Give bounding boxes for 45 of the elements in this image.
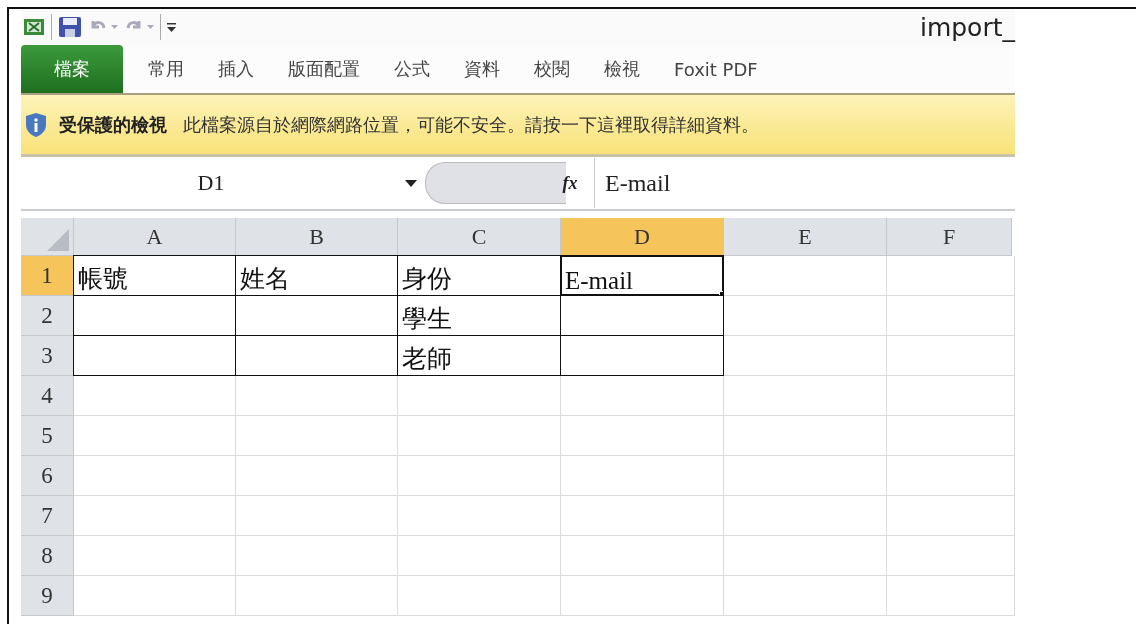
column-header[interactable]: A (74, 218, 236, 256)
ribbon-tab[interactable]: 版面配置 (271, 45, 377, 93)
info-shield-icon (25, 111, 47, 138)
row-header[interactable]: 3 (21, 336, 74, 376)
table-cell: 帳號 (73, 255, 236, 296)
file-tab[interactable]: 檔案 (21, 45, 123, 93)
spreadsheet-app-icon (23, 17, 45, 37)
table-cell: 姓名 (236, 255, 398, 296)
caret-icon[interactable] (111, 24, 118, 30)
row-header[interactable]: 6 (21, 456, 74, 496)
window-title: import_ (919, 12, 1015, 42)
column-header[interactable]: E (724, 218, 887, 256)
ribbon-tab[interactable]: 常用 (131, 45, 201, 93)
dropdown-caret-icon[interactable] (405, 179, 417, 187)
row-header[interactable]: 9 (21, 576, 74, 616)
message-title: 受保護的檢視 (59, 112, 167, 137)
row-header[interactable]: 5 (21, 416, 74, 456)
save-icon[interactable] (58, 16, 82, 38)
table-cell: 學生 (398, 296, 561, 336)
caret-icon[interactable] (147, 24, 154, 30)
column-header[interactable]: D (561, 218, 724, 256)
row-header[interactable]: 4 (21, 376, 74, 416)
ribbon-tab[interactable]: 公式 (377, 45, 447, 93)
insert-function-label[interactable]: fx (546, 172, 594, 194)
ribbon-tab[interactable]: 資料 (447, 45, 517, 93)
ribbon-tab[interactable]: 檢視 (587, 45, 657, 93)
ribbon-tab[interactable]: 插入 (201, 45, 271, 93)
table-cell: E-mail (561, 255, 724, 296)
ribbon-tab[interactable]: Foxit PDF (657, 45, 775, 93)
message-text[interactable]: 此檔案源自於網際網路位置，可能不安全。請按一下這裡取得詳細資料。 (183, 112, 759, 137)
formula-field[interactable]: E-mail (594, 158, 1015, 208)
name-box[interactable]: D1 (21, 170, 401, 196)
select-all-triangle-icon[interactable] (47, 229, 69, 251)
ribbon-tab[interactable]: 校閱 (517, 45, 587, 93)
row-header[interactable]: 8 (21, 536, 74, 576)
select-all-corner[interactable] (21, 218, 74, 256)
row-header[interactable]: 2 (21, 296, 74, 336)
row-header[interactable]: 1 (21, 256, 74, 296)
customize-caret-icon[interactable] (167, 22, 176, 32)
column-header[interactable]: C (398, 218, 561, 256)
column-header[interactable]: B (236, 218, 398, 256)
table-cell: 身份 (398, 255, 561, 296)
table-cell: 老師 (398, 336, 561, 376)
column-header[interactable]: F (887, 218, 1012, 256)
row-header[interactable]: 7 (21, 496, 74, 536)
